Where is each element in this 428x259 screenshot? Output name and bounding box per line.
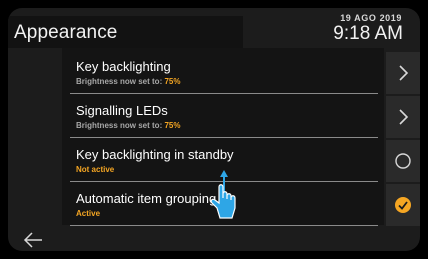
screen: Appearance 19 AGO 2019 9:18 AM Key backl… — [0, 0, 428, 259]
setting-subtitle: Brightness now set to: 75% — [76, 77, 180, 86]
subtitle-value: 75% — [164, 121, 181, 130]
radio-checked-icon — [395, 197, 411, 213]
setting-row-signalling-leds[interactable]: Signalling LEDs Brightness now set to: 7… — [62, 96, 378, 138]
subtitle-value: 75% — [164, 77, 181, 86]
radio-unchecked-icon — [395, 153, 411, 169]
subtitle-prefix: Brightness now set to: — [76, 121, 165, 130]
setting-row-key-backlighting[interactable]: Key backlighting Brightness now set to: … — [62, 52, 378, 94]
key-backlighting-standby-radio[interactable] — [386, 140, 420, 182]
subtitle-prefix: Brightness now set to: — [76, 77, 165, 86]
page-title: Appearance — [14, 22, 118, 43]
setting-label: Key backlighting — [76, 59, 171, 74]
date-label: 19 AGO 2019 — [340, 13, 402, 23]
setting-status: Active — [76, 209, 101, 218]
chevron-right-icon — [399, 109, 409, 125]
swipe-up-hand-icon — [208, 170, 248, 220]
signalling-leds-chevron-button[interactable] — [386, 96, 420, 138]
setting-label: Key backlighting in standby — [76, 147, 234, 162]
key-backlighting-chevron-button[interactable] — [386, 52, 420, 94]
divider — [70, 93, 378, 94]
chevron-right-icon — [399, 65, 409, 81]
setting-label: Automatic item grouping — [76, 191, 217, 206]
divider — [70, 225, 378, 226]
header: Appearance 19 AGO 2019 9:18 AM — [8, 8, 420, 48]
back-button[interactable] — [22, 230, 44, 250]
divider — [70, 137, 378, 138]
setting-label: Signalling LEDs — [76, 103, 168, 118]
setting-subtitle: Brightness now set to: 75% — [76, 121, 180, 130]
automatic-item-grouping-radio[interactable] — [386, 184, 420, 226]
device-display: Appearance 19 AGO 2019 9:18 AM Key backl… — [8, 8, 420, 251]
setting-status: Not active — [76, 165, 115, 174]
back-arrow-icon — [23, 232, 42, 248]
time-label: 9:18 AM — [333, 23, 403, 44]
